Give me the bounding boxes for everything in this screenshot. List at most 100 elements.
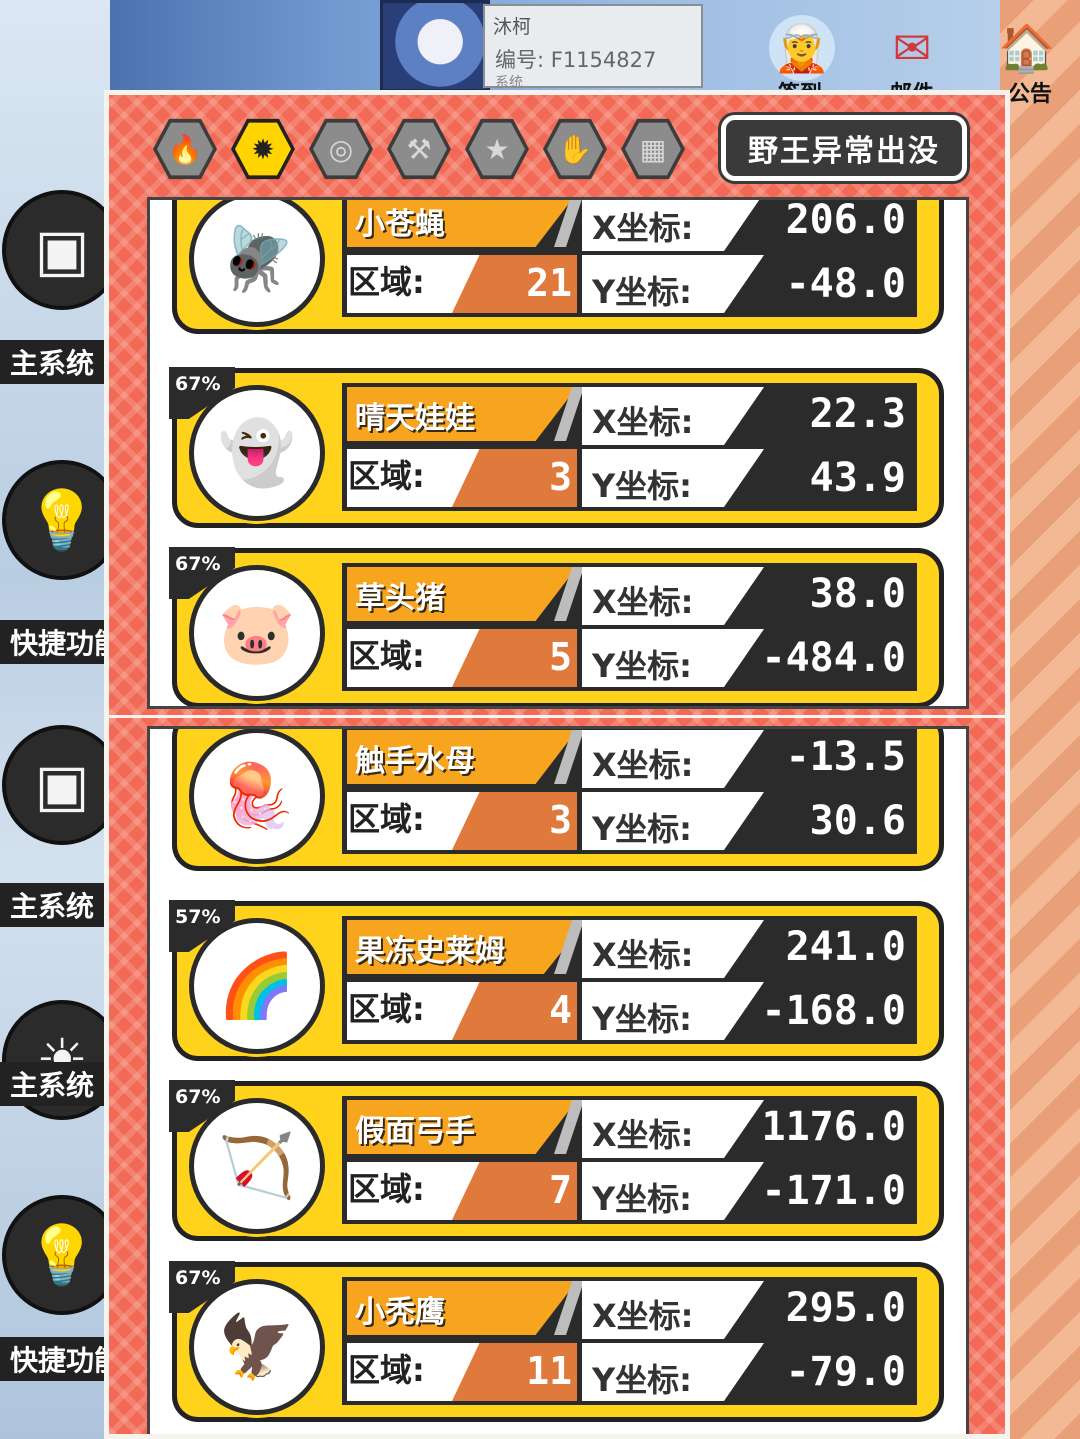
x-label: X坐标: [592, 209, 694, 247]
y-label: Y坐标: [592, 1361, 692, 1399]
zone-label: 区域: [348, 457, 425, 495]
grid-icon[interactable]: ▦ [621, 118, 685, 180]
coins-icon[interactable]: ◎ [309, 118, 373, 180]
monster-name: 小苍蝇 [347, 200, 577, 247]
zone-value: 3 [549, 798, 572, 842]
side-label: 主系统 [0, 1062, 104, 1106]
monster-name: 果冻史莱姆 [347, 920, 587, 974]
monster-name: 假面弓手 [347, 1100, 577, 1154]
monster-card[interactable]: 小苍蝇 区域: 21 X坐标: 206.0 Y坐标: -48.0 🪰 [172, 197, 944, 334]
x-label: X坐标: [592, 403, 694, 441]
zone-label: 区域: [348, 637, 425, 675]
player-avatar[interactable] [380, 0, 490, 92]
player-system-tag: 系统 [495, 75, 523, 91]
zone-label: 区域: [348, 1351, 425, 1389]
x-label: X坐标: [592, 1297, 694, 1335]
x-label: X坐标: [592, 1116, 694, 1154]
y-value: 30.6 [809, 798, 906, 844]
x-label: X坐标: [592, 746, 694, 784]
y-value: -171.0 [761, 1168, 907, 1214]
zone-value: 4 [549, 988, 572, 1032]
player-name: 沐柯 [493, 16, 532, 38]
zone-value: 3 [549, 455, 572, 499]
side-label: 主系统 [0, 883, 104, 927]
y-value: -484.0 [761, 635, 907, 681]
x-label: X坐标: [592, 936, 694, 974]
jellyfish-icon: 🪼 [189, 729, 325, 864]
jelly-slime-icon: 🌈 [189, 918, 325, 1054]
monster-card[interactable]: 小秃鹰 区域: 11 X坐标: 295.0 Y坐标: -79.0 🦅 67% [169, 1261, 944, 1422]
monster-list[interactable]: 触手水母 区域: 3 X坐标: -13.5 Y坐标: 30.6 🪼 果冻史莱姆 … [147, 726, 969, 1434]
zone-value: 11 [526, 1349, 572, 1393]
monster-tracker-panel: 触手水母 区域: 3 X坐标: -13.5 Y坐标: 30.6 🪼 果冻史莱姆 … [104, 718, 1010, 1439]
x-label: X坐标: [592, 583, 694, 621]
vulture-icon: 🦅 [189, 1279, 325, 1415]
player-id: 编号: F1154827 [495, 48, 657, 72]
zone-label: 区域: [348, 263, 425, 301]
y-value: -48.0 [785, 261, 906, 307]
side-label: 快捷功能 [0, 1337, 104, 1381]
monster-name: 小秃鹰 [347, 1281, 577, 1335]
x-value: 206.0 [785, 197, 906, 243]
y-value: -79.0 [785, 1349, 906, 1395]
flame-icon[interactable]: 🔥 [153, 118, 217, 180]
card-info: 小秃鹰 区域: 11 X坐标: 295.0 Y坐标: -79.0 [342, 1277, 917, 1405]
x-value: 1176.0 [761, 1104, 907, 1150]
monster-card[interactable]: 果冻史莱姆 区域: 4 X坐标: 241.0 Y坐标: -168.0 🌈 57% [169, 900, 944, 1061]
zone-label: 区域: [348, 800, 425, 838]
x-value: 295.0 [785, 1285, 906, 1331]
monster-card[interactable]: 晴天娃娃 区域: 3 X坐标: 22.3 Y坐标: 43.9 👻 67% [169, 367, 944, 528]
zone-value: 5 [549, 635, 572, 679]
monster-card[interactable]: 草头猪 区域: 5 X坐标: 38.0 Y坐标: -484.0 🐷 67% [169, 547, 944, 706]
y-label: Y坐标: [592, 810, 692, 848]
x-value: 22.3 [809, 391, 906, 437]
side-button-quick[interactable]: 💡 快捷功能 [0, 460, 122, 664]
card-info: 小苍蝇 区域: 21 X坐标: 206.0 Y坐标: -48.0 [342, 197, 917, 317]
fly-icon: 🪰 [189, 200, 325, 327]
y-value: 43.9 [809, 455, 906, 501]
card-info: 假面弓手 区域: 7 X坐标: 1176.0 Y坐标: -171.0 [342, 1096, 917, 1224]
zone-label: 区域: [348, 1170, 425, 1208]
y-label: Y坐标: [592, 467, 692, 505]
side-button-main-system[interactable]: ▣ 主系统 [0, 190, 122, 384]
monster-tracker-panel: 🔥 ✹ ◎ ⚒ ★ ✋ ▦ 野王异常出没 小苍蝇 区域: 21 X坐标: 206… [104, 90, 1010, 720]
y-label: Y坐标: [592, 273, 692, 311]
zone-label: 区域: [348, 990, 425, 1028]
hand-icon[interactable]: ✋ [543, 118, 607, 180]
monster-card[interactable]: 触手水母 区域: 3 X坐标: -13.5 Y坐标: 30.6 🪼 [172, 729, 944, 871]
card-info: 晴天娃娃 区域: 3 X坐标: 22.3 Y坐标: 43.9 [342, 383, 917, 511]
grass-pig-icon: 🐷 [189, 565, 325, 701]
monster-name: 触手水母 [347, 730, 577, 784]
star-badge-icon[interactable]: ★ [465, 118, 529, 180]
category-tabs: 🔥 ✹ ◎ ⚒ ★ ✋ ▦ [153, 117, 713, 187]
side-label: 快捷功能 [0, 620, 104, 664]
masked-archer-icon: 🏹 [189, 1098, 325, 1234]
monster-name: 晴天娃娃 [347, 387, 577, 441]
monster-name: 草头猪 [347, 567, 577, 621]
sunny-doll-icon: 👻 [189, 385, 325, 521]
x-value: 241.0 [785, 924, 906, 970]
side-button-main-system[interactable]: ☀ 主系统 [0, 1000, 122, 1150]
player-card[interactable]: 沐柯 编号: F1154827 系统 [483, 4, 703, 91]
monster-card[interactable]: 假面弓手 区域: 7 X坐标: 1176.0 Y坐标: -171.0 🏹 67% [169, 1080, 944, 1241]
x-value: -13.5 [785, 734, 906, 780]
side-label: 主系统 [0, 340, 104, 384]
monster-list[interactable]: 小苍蝇 区域: 21 X坐标: 206.0 Y坐标: -48.0 🪰 晴天娃娃 … [147, 197, 969, 709]
y-label: Y坐标: [592, 1180, 692, 1218]
y-value: -168.0 [761, 988, 907, 1034]
hammer-icon[interactable]: ⚒ [387, 118, 451, 180]
zone-value: 7 [549, 1168, 572, 1212]
card-info: 触手水母 区域: 3 X坐标: -13.5 Y坐标: 30.6 [342, 729, 917, 854]
zone-value: 21 [526, 261, 572, 305]
wild-king-event-button[interactable]: 野王异常出没 [721, 115, 967, 181]
side-button-quick[interactable]: 💡 快捷功能 [0, 1195, 122, 1381]
right-background [1000, 0, 1080, 1439]
y-label: Y坐标: [592, 1000, 692, 1038]
flame-star-icon[interactable]: ✹ [231, 118, 295, 180]
side-button-main-system[interactable]: ▣ 主系统 [0, 725, 122, 927]
card-info: 草头猪 区域: 5 X坐标: 38.0 Y坐标: -484.0 [342, 563, 917, 691]
y-label: Y坐标: [592, 647, 692, 685]
x-value: 38.0 [809, 571, 906, 617]
notice-label: 公告 [1008, 82, 1053, 107]
card-info: 果冻史莱姆 区域: 4 X坐标: 241.0 Y坐标: -168.0 [342, 916, 917, 1044]
